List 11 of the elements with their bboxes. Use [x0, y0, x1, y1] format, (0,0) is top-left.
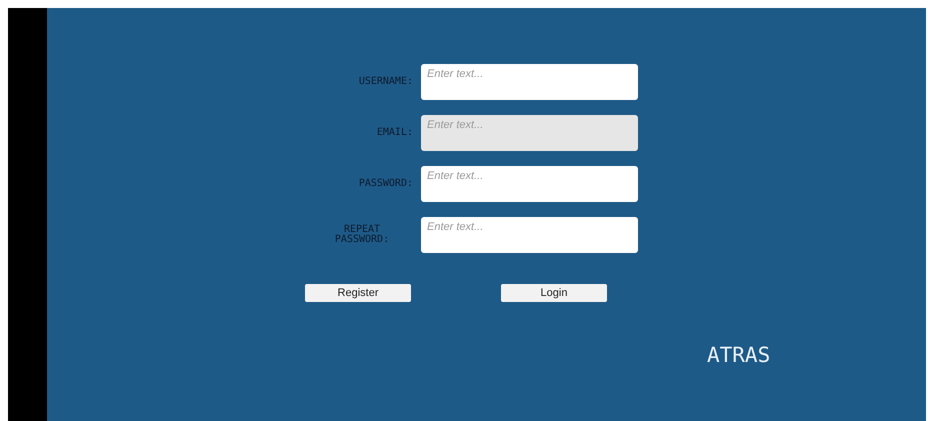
text-field[interactable]: Enter text... [421, 64, 638, 100]
field-label: PASSWORD: [358, 178, 413, 190]
field-label: USERNAME: [358, 76, 413, 88]
field-label: REPEAT PASSWORD: [334, 224, 390, 246]
back-link[interactable]: ATRAS [707, 343, 770, 367]
text-field[interactable]: Enter text... [421, 166, 638, 202]
text-field[interactable]: Enter text... [421, 217, 638, 253]
action-button[interactable]: Register [305, 284, 411, 302]
field-label: EMAIL: [376, 128, 413, 138]
text-field[interactable]: Enter text... [421, 115, 638, 151]
action-button[interactable]: Login [501, 284, 607, 302]
